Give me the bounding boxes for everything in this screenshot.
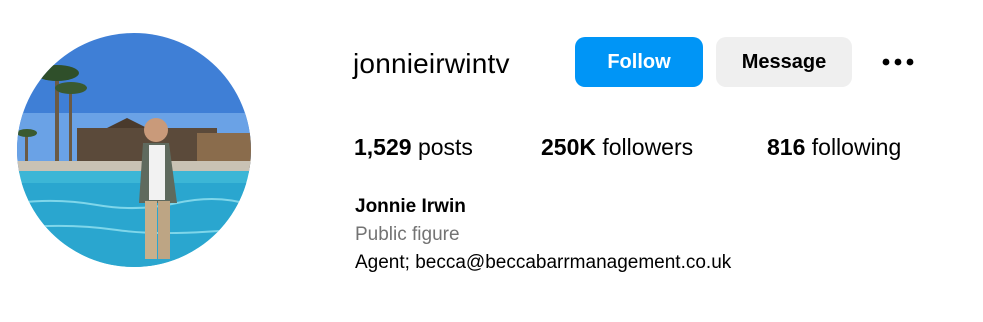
message-button[interactable]: Message <box>716 37 852 87</box>
bio-text: Agent; becca@beccabarrmanagement.co.uk <box>355 252 732 273</box>
following-stat[interactable]: 816 following <box>767 131 901 163</box>
more-options-button[interactable] <box>878 50 918 74</box>
follow-button[interactable]: Follow <box>575 37 703 87</box>
username: jonnieirwintv <box>353 48 510 79</box>
more-horizontal-icon <box>882 58 914 66</box>
posts-count: 1,529 <box>354 134 412 160</box>
full-name: Jonnie Irwin <box>355 196 466 217</box>
posts-stat: 1,529 posts <box>354 131 473 163</box>
followers-label: followers <box>602 134 694 160</box>
followers-stat[interactable]: 250K followers <box>541 131 693 163</box>
category-label: Public figure <box>355 224 460 245</box>
posts-label: posts <box>417 134 473 160</box>
avatar-photo <box>17 33 251 267</box>
avatar[interactable] <box>17 33 251 267</box>
following-count: 816 <box>767 134 806 160</box>
followers-count: 250K <box>541 134 596 160</box>
following-label: following <box>811 134 902 160</box>
